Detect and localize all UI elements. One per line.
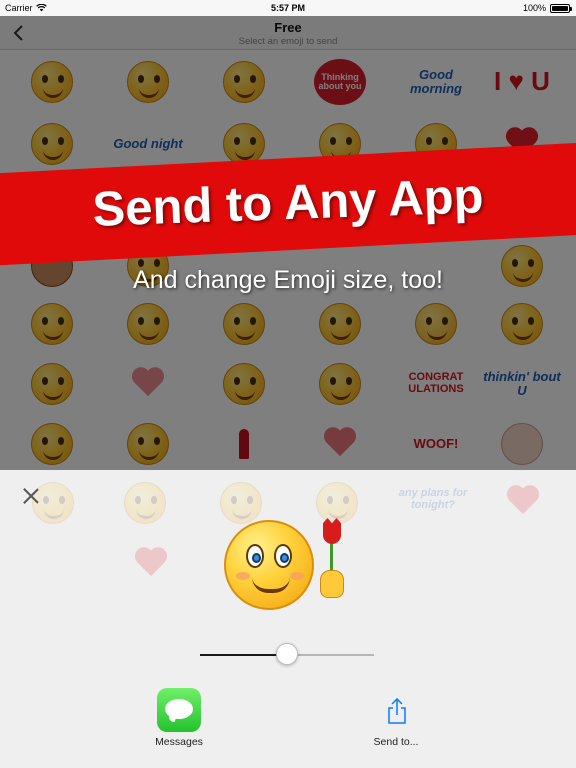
lips-icon [506, 486, 540, 518]
share-icon [388, 698, 406, 724]
right-eye [274, 544, 292, 568]
promo-tagline: And change Emoji size, too! [133, 266, 443, 294]
slider-thumb[interactable] [276, 643, 298, 665]
smile [252, 577, 290, 593]
size-slider[interactable] [200, 643, 374, 665]
speech-bubble-icon [165, 699, 193, 719]
messages-icon [157, 688, 201, 732]
send-to-label: Send to... [373, 736, 419, 748]
slider-fill [200, 654, 287, 656]
emoji-preview [224, 518, 354, 610]
emoji-face-icon [124, 482, 166, 524]
clock: 5:57 PM [270, 3, 305, 13]
messages-button[interactable]: Messages [134, 686, 224, 750]
close-button[interactable] [22, 487, 40, 505]
sticker-any-plans: any plans for tonight? [398, 487, 468, 511]
send-to-button[interactable]: Send to... [351, 686, 441, 750]
battery-percent: 100% [522, 3, 546, 13]
hand-icon [320, 570, 344, 598]
send-sheet: any plans for tonight? Messages Send to.… [0, 470, 576, 768]
battery-fill [552, 5, 568, 11]
tulip-icon [323, 518, 341, 544]
right-cheek [290, 572, 304, 580]
left-cheek [236, 572, 250, 580]
battery-icon [550, 3, 572, 13]
left-eye [246, 544, 264, 568]
heart-icon [134, 548, 168, 580]
messages-label: Messages [155, 736, 203, 748]
status-bar: Carrier 5:57 PM 100% [0, 0, 576, 16]
flower-emoji-face [224, 520, 314, 610]
